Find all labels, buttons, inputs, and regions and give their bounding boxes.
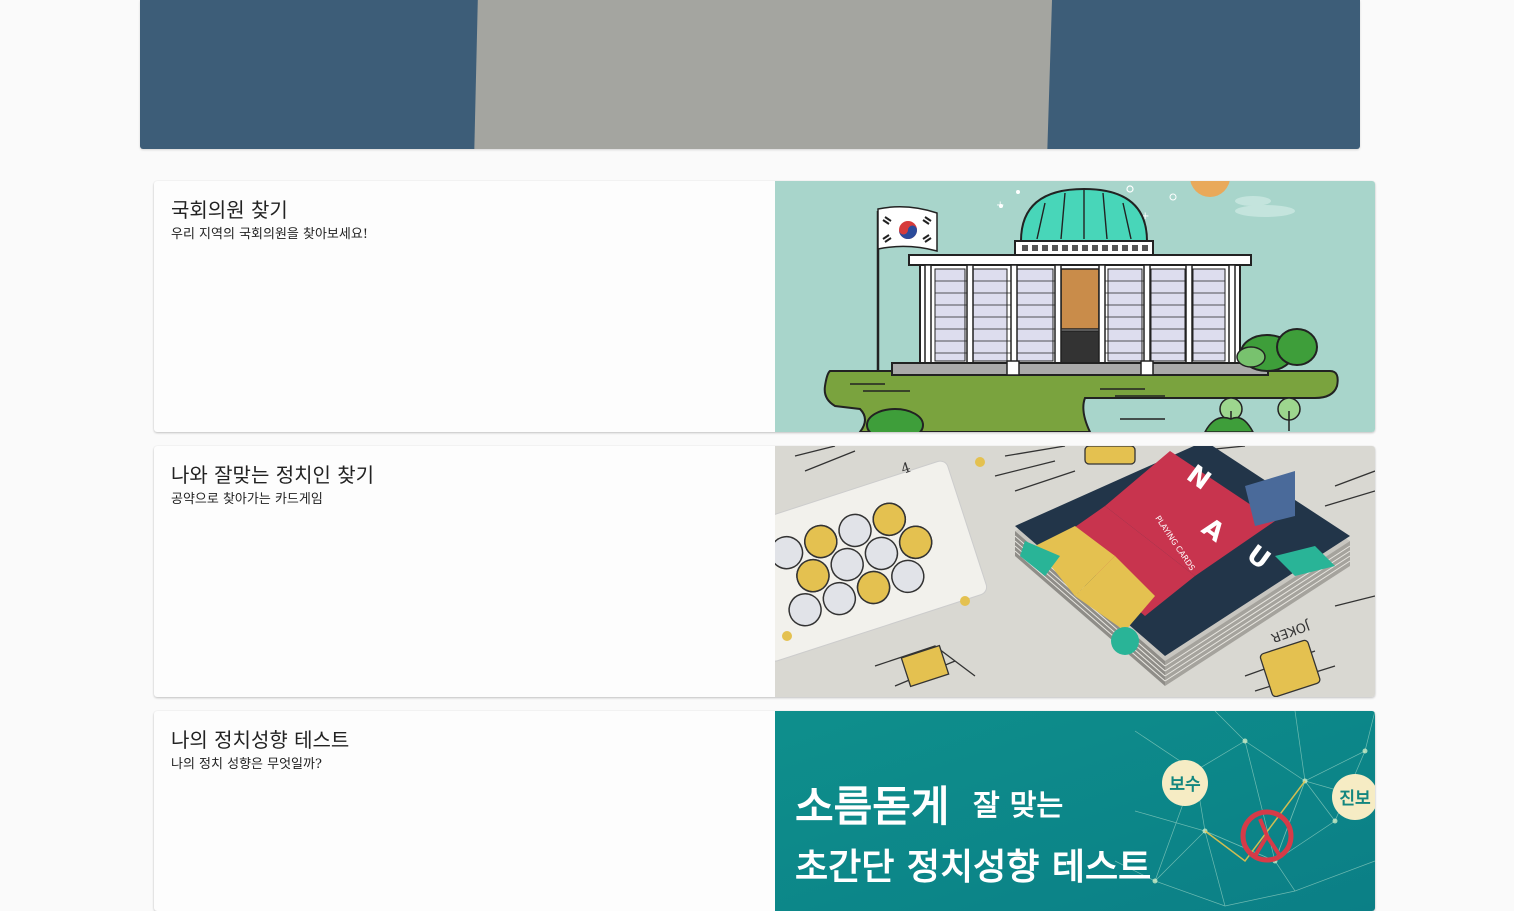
card-political-test[interactable]: 나의 정치성향 테스트 나의 정치 성향은 무엇일까? 보수 진보 소름돋게 잘… [154,711,1375,911]
banner-line1-small: 잘 맞는 [973,788,1063,822]
banner-line1-big: 소름돋게 [795,782,950,831]
card-find-matching-politician[interactable]: 나와 잘맞는 정치인 찾기 공약으로 찾아가는 카드게임 4 N A U PLA… [154,446,1375,697]
banner-line2: 초간단 정치성향 테스트 [795,847,1151,888]
card-text: 나의 정치성향 테스트 나의 정치 성향은 무엇일까? [171,727,751,774]
political-test-banner: 보수 진보 소름돋게 잘 맞는 초간단 정치성향 테스트 [775,711,1375,911]
hero-banner [140,0,1360,149]
card-text: 국회의원 찾기 우리 지역의 국회의원을 찾아보세요! [171,197,751,244]
card-subtitle: 우리 지역의 국회의원을 찾아보세요! [171,227,369,242]
card-title: 국회의원 찾기 [171,198,288,222]
playing-cards-image: 4 N A U PLAYING CARDS JOKER [775,446,1375,697]
card-text: 나와 잘맞는 정치인 찾기 공약으로 찾아가는 카드게임 [171,462,751,509]
hero-image-panel [474,0,1052,149]
card-title: 나와 잘맞는 정치인 찾기 [171,463,375,487]
badge-left-label: 보수 [1169,775,1201,795]
card-title: 나의 정치성향 테스트 [171,728,350,752]
svg-text:+: + [996,200,1004,211]
card-find-assembly-member[interactable]: 국회의원 찾기 우리 지역의 국회의원을 찾아보세요! + + [154,181,1375,432]
badge-right-label: 진보 [1339,789,1371,809]
assembly-building-illustration: + + [775,181,1375,432]
card-subtitle: 나의 정치 성향은 무엇일까? [171,757,322,772]
card-subtitle: 공약으로 찾아가는 카드게임 [171,492,323,507]
